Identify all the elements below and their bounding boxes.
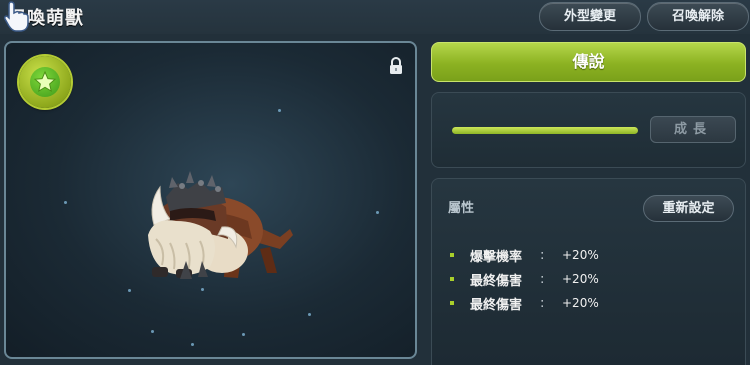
stat-separator: : — [540, 271, 545, 287]
sparkle — [191, 343, 194, 346]
sparkle — [278, 109, 281, 112]
grade-legendary-button[interactable]: 傳說 — [431, 42, 746, 82]
stat-row: 爆擊機率 : +20% — [450, 243, 599, 267]
lock-icon[interactable] — [388, 57, 404, 75]
attributes-panel: 屬性 重新設定 爆擊機率 : +20% 最終傷害 : +20% 最終傷害 : +… — [431, 178, 746, 365]
stat-value: +20% — [562, 272, 599, 286]
stat-row: 最終傷害 : +20% — [450, 267, 599, 291]
stat-name: 最終傷害 — [470, 297, 523, 313]
bullet-icon — [450, 301, 454, 305]
stat-separator: : — [540, 247, 545, 263]
change-appearance-button[interactable]: 外型變更 — [539, 2, 641, 31]
reset-attributes-button[interactable]: 重新設定 — [643, 195, 734, 222]
grow-button[interactable]: 成長 — [650, 116, 736, 143]
sparkle — [308, 313, 311, 316]
growth-progress-fill — [452, 127, 638, 134]
pet-sprite — [148, 171, 293, 279]
sparkle — [376, 211, 379, 214]
growth-progress-bar — [452, 127, 638, 134]
sparkle — [201, 288, 204, 291]
bullet-icon — [450, 253, 454, 257]
attributes-title: 屬性 — [448, 201, 475, 216]
bullet-icon — [450, 277, 454, 281]
pet-display-panel — [4, 41, 417, 359]
growth-panel: 成長 — [431, 92, 746, 168]
sparkle — [64, 201, 67, 204]
stat-separator: : — [540, 295, 545, 311]
sparkle — [128, 289, 131, 292]
dismiss-summon-button[interactable]: 召喚解除 — [647, 2, 749, 31]
stat-row: 最終傷害 : +20% — [450, 291, 599, 315]
stat-value: +20% — [562, 248, 599, 262]
stat-name: 最終傷害 — [470, 273, 523, 289]
star-icon — [19, 56, 71, 108]
stat-name: 爆擊機率 — [470, 249, 523, 265]
hand-cursor-icon — [4, 1, 29, 32]
sparkle — [242, 333, 245, 336]
stat-value: +20% — [562, 296, 599, 310]
sparkle — [151, 330, 154, 333]
stat-list: 爆擊機率 : +20% 最終傷害 : +20% 最終傷害 : +20% — [450, 243, 599, 315]
